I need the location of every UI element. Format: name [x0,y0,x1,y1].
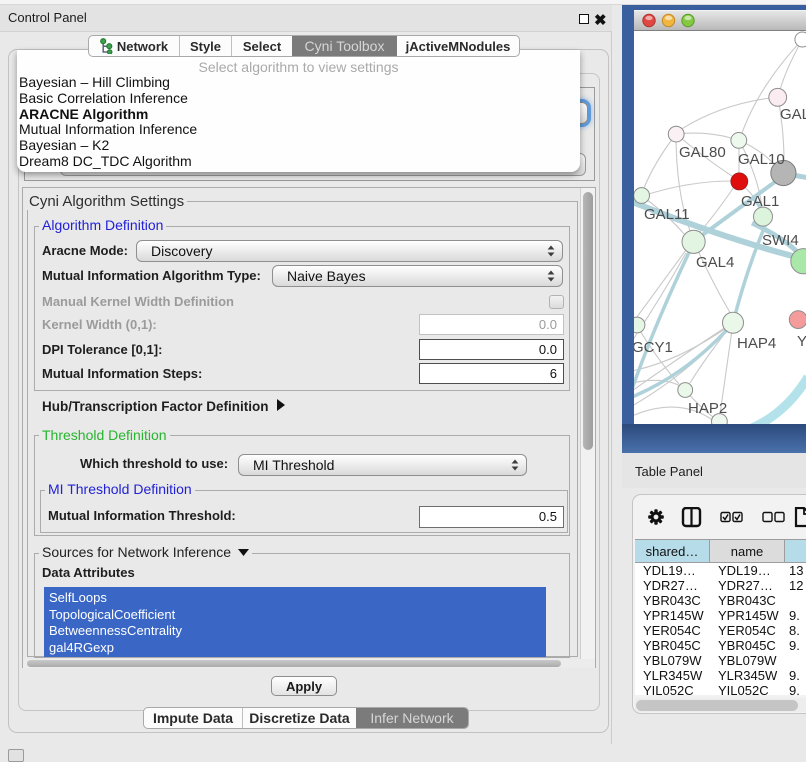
svg-text:Y: Y [797,333,806,350]
svg-text:GAL4: GAL4 [696,254,734,271]
svg-text:GAL80: GAL80 [679,144,726,161]
svg-text:HAP4: HAP4 [737,335,776,352]
svg-text:GAL10: GAL10 [738,151,785,168]
svg-text:GCY1: GCY1 [634,339,673,356]
svg-text:GAL11: GAL11 [644,206,690,223]
svg-text:HAP2: HAP2 [688,400,727,417]
svg-text:SWI4: SWI4 [762,232,799,249]
svg-text:GAL: GAL [780,106,806,123]
svg-text:GAL1: GAL1 [741,193,779,210]
